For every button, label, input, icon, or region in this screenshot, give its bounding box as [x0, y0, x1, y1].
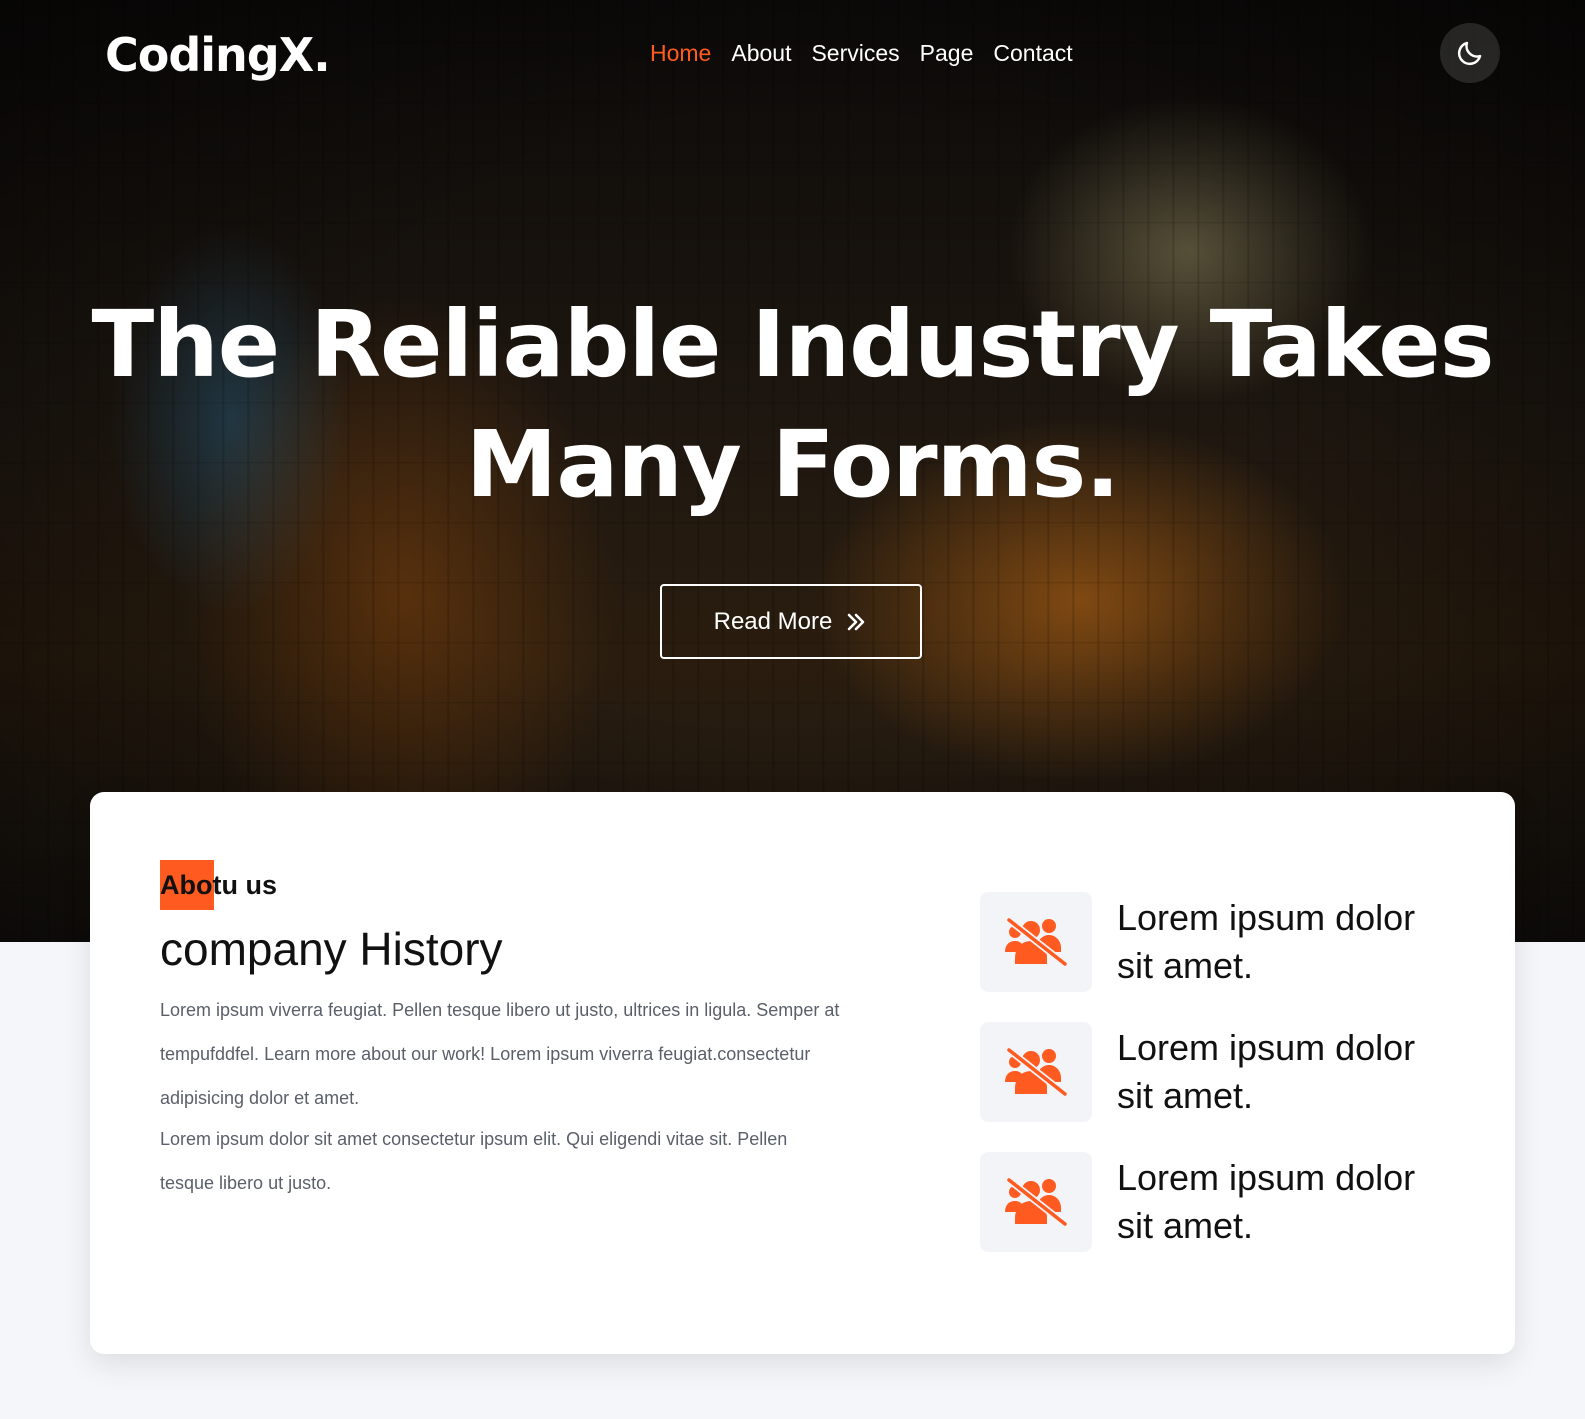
- feature-icon-box: [980, 1152, 1092, 1252]
- nav-item-about[interactable]: About: [731, 40, 791, 67]
- people-slash-icon: [1005, 1046, 1069, 1098]
- nav-item-services[interactable]: Services: [811, 40, 899, 67]
- about-tag-label: Abotu us: [160, 869, 277, 900]
- theme-toggle-button[interactable]: [1440, 23, 1500, 83]
- about-tag: Abotu us: [160, 860, 277, 910]
- nav-item-home[interactable]: Home: [650, 40, 711, 67]
- section-title: company History: [160, 923, 503, 975]
- feature-text: Lorem ipsum dolor sit amet.: [1117, 1157, 1416, 1246]
- read-more-label: Read More: [713, 607, 833, 635]
- site-logo[interactable]: CodingX.: [105, 28, 331, 82]
- nav-item-page[interactable]: Page: [920, 40, 974, 67]
- about-paragraph-1: Lorem ipsum viverra feugiat. Pellen tesq…: [160, 1000, 840, 1108]
- feature-text: Lorem ipsum dolor sit amet.: [1117, 1027, 1416, 1116]
- about-paragraph-2: Lorem ipsum dolor sit amet consectetur i…: [160, 1129, 788, 1193]
- read-more-button[interactable]: Read More: [660, 584, 922, 659]
- hero-title: The Reliable Industry Takes Many Forms.: [60, 285, 1525, 525]
- feature-icon-box: [980, 1022, 1092, 1122]
- feature-item: Lorem ipsum dolor sit amet.: [980, 1152, 1440, 1252]
- moon-icon: [1457, 41, 1482, 66]
- double-chevron-right-icon: [848, 613, 865, 630]
- hero-title-line2: Many Forms.: [465, 411, 1120, 518]
- people-slash-icon: [1005, 1176, 1069, 1228]
- feature-icon-box: [980, 892, 1092, 992]
- nav-item-contact[interactable]: Contact: [993, 40, 1072, 67]
- main-nav: Home About Services Page Contact: [650, 40, 1073, 67]
- feature-text: Lorem ipsum dolor sit amet.: [1117, 897, 1416, 986]
- feature-item: Lorem ipsum dolor sit amet.: [980, 892, 1440, 992]
- feature-item: Lorem ipsum dolor sit amet.: [980, 1022, 1440, 1122]
- people-slash-icon: [1005, 916, 1069, 968]
- hero-title-line1: The Reliable Industry Takes: [91, 291, 1495, 398]
